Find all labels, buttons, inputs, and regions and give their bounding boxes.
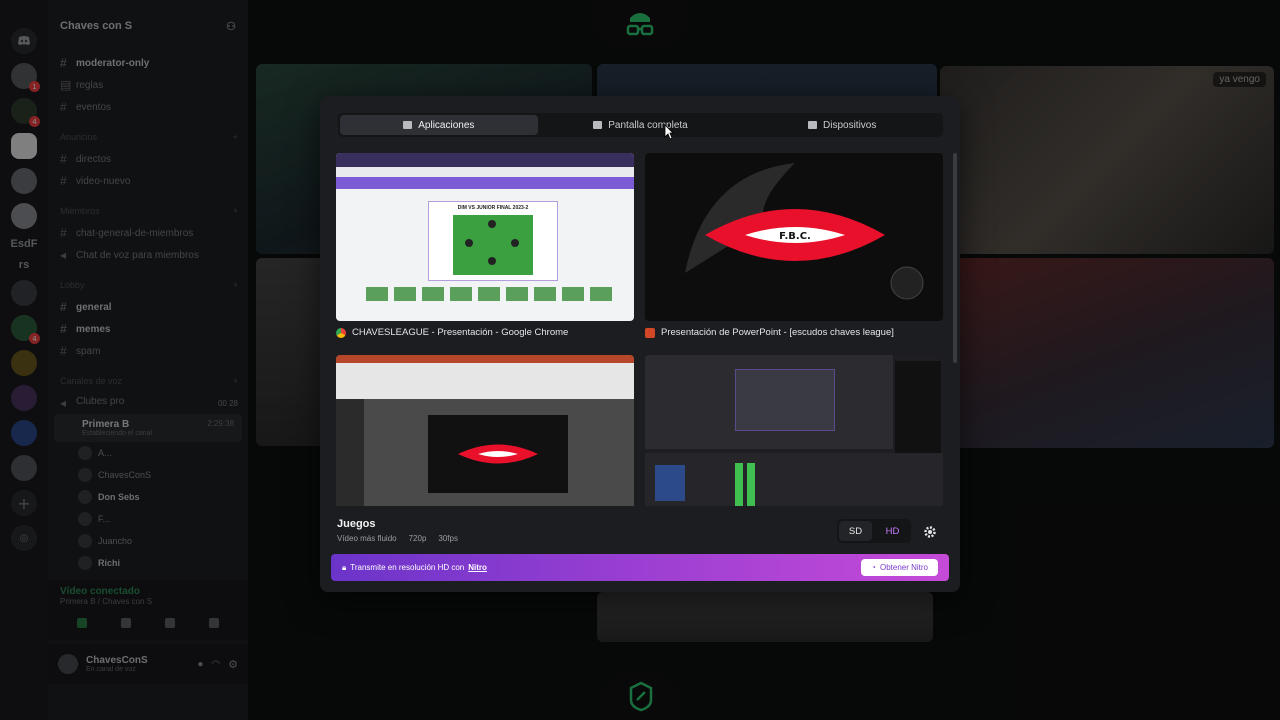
window-title: Presentación de PowerPoint - [escudos ch… <box>661 327 894 338</box>
window-thumbnail <box>336 355 634 506</box>
crest-image: F.B.C. <box>685 163 924 300</box>
window-title: CHAVESLEAGUE - Presentación - Google Chr… <box>352 327 569 338</box>
window-thumbnail: DIM VS JUNIOR FINAL 2023-2 <box>336 153 634 321</box>
window-grid: DIM VS JUNIOR FINAL 2023-2 CHAVESLEAGUE … <box>336 153 946 506</box>
gear-icon[interactable] <box>920 522 940 542</box>
cursor-icon <box>664 124 674 140</box>
source-tabs: Aplicaciones Pantalla completa Dispositi… <box>338 113 943 137</box>
nitro-text: Transmite en resolución HD con <box>350 563 465 572</box>
sd-button[interactable]: SD <box>839 521 872 541</box>
tab-label: Aplicaciones <box>418 119 475 131</box>
tab-label: Dispositivos <box>823 119 877 131</box>
tab-pantalla-completa[interactable]: Pantalla completa <box>542 115 740 135</box>
nitro-icon: ◔ <box>871 563 876 572</box>
stream-quality-info: Juegos Vídeo más fluido 720p 30fps <box>337 518 458 543</box>
window-card[interactable] <box>336 355 634 506</box>
monitor-icon <box>593 121 603 129</box>
nitro-link[interactable]: Nitro <box>468 563 487 572</box>
camera-icon <box>808 121 817 129</box>
app-root: 1 4 EsdF rs 4 + ◎ Chaves con S ⚇ # modera… <box>0 0 1280 720</box>
quality-desc: Vídeo más fluido <box>337 534 397 543</box>
quality-title: Juegos <box>337 518 376 530</box>
resolution-toggle: SD HD <box>837 519 911 543</box>
crest-preview <box>458 444 538 464</box>
hd-button[interactable]: HD <box>876 521 909 541</box>
get-nitro-button[interactable]: ◔ Obtener Nitro <box>861 559 938 576</box>
nitro-upsell-banner: 🔒︎ Transmite en resolución HD con Nitro … <box>331 554 949 581</box>
tab-aplicaciones[interactable]: Aplicaciones <box>340 115 538 135</box>
slide-title: DIM VS JUNIOR FINAL 2023-2 <box>457 205 529 211</box>
scrollbar[interactable] <box>953 153 957 363</box>
window-thumbnail <box>645 355 943 506</box>
get-nitro-label: Obtener Nitro <box>879 563 928 572</box>
window-card[interactable] <box>645 355 943 506</box>
crest-text: F.B.C. <box>779 231 811 242</box>
window-thumbnail: F.B.C. <box>645 153 943 321</box>
tab-label: Pantalla completa <box>608 119 688 131</box>
quality-fps: 30fps <box>438 534 458 543</box>
window-card[interactable]: DIM VS JUNIOR FINAL 2023-2 CHAVESLEAGUE … <box>336 153 634 338</box>
lock-icon: 🔒︎ <box>342 562 347 572</box>
screen-share-modal: Aplicaciones Pantalla completa Dispositi… <box>320 96 960 592</box>
window-card[interactable]: F.B.C. Presentación de PowerPoint - [esc… <box>645 153 943 338</box>
powerpoint-icon <box>645 327 655 338</box>
quality-resolution: 720p <box>408 534 427 543</box>
chrome-icon <box>336 327 346 338</box>
tab-dispositivos[interactable]: Dispositivos <box>743 115 941 135</box>
window-icon <box>403 121 413 129</box>
